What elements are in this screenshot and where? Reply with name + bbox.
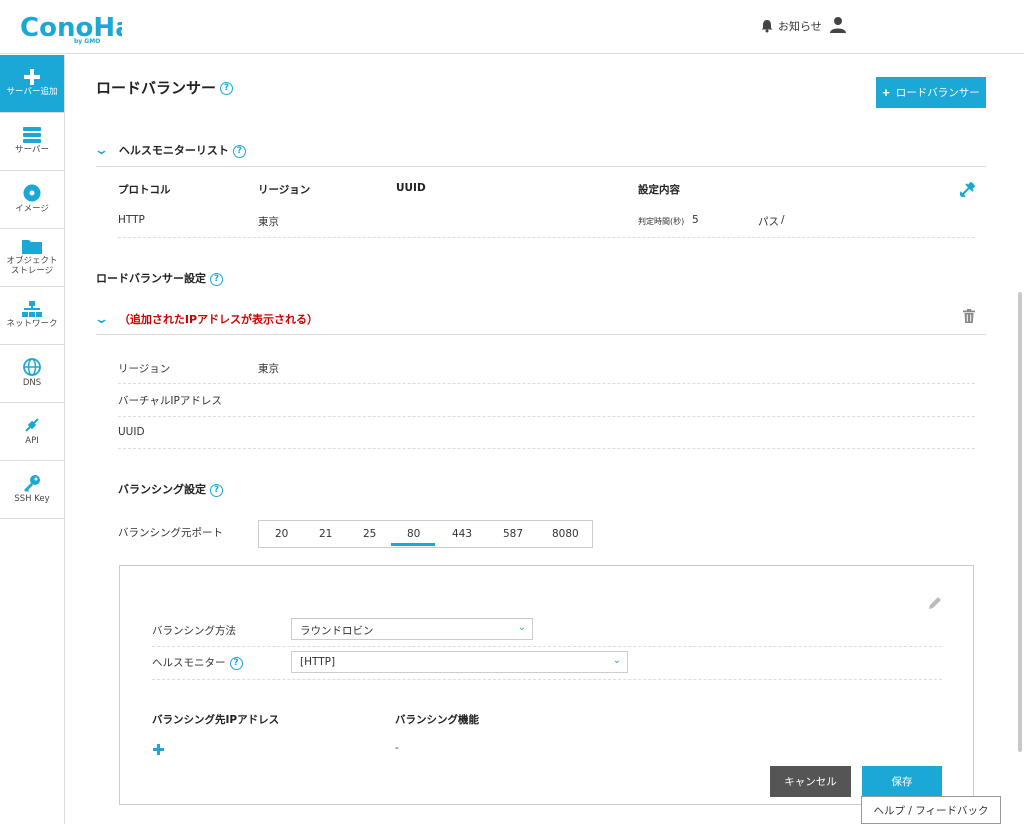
chevron-down-icon: ⌄ (93, 312, 110, 327)
header: ConoHa by GMO お知らせ (0, 0, 1024, 54)
sidebar-item-label: サーバー (15, 145, 49, 156)
disc-icon (23, 184, 41, 202)
hm-protocol-cell: HTTP (118, 214, 145, 226)
sidebar-item-network[interactable]: ネットワーク (0, 287, 64, 345)
sidebar-item-object-storage[interactable]: オブジェクト ストレージ (0, 229, 64, 287)
notifications-label: お知らせ (778, 20, 822, 33)
sidebar: サーバー追加 サーバー イメージ オブジェクト ストレージ ネットワーク DNS… (0, 55, 65, 824)
chevron-down-icon: ⌄ (517, 622, 526, 633)
network-icon (22, 301, 42, 318)
globe-icon (23, 358, 41, 377)
sidebar-item-dns[interactable]: DNS (0, 345, 64, 403)
api-icon (25, 418, 39, 432)
chevron-down-icon: ⌄ (93, 143, 110, 158)
column-header-settings: 設定内容 (638, 184, 680, 196)
sidebar-item-add-server[interactable]: サーバー追加 (0, 55, 64, 113)
virtual-ip-label: バーチャルIPアドレス (118, 395, 222, 407)
hm-interval-value: 5 (692, 214, 699, 226)
hm-interval-label: 判定時間(秒) (638, 217, 685, 226)
health-monitor-select[interactable]: [HTTP] ⌄ (291, 651, 628, 673)
region-label: リージョン (118, 363, 171, 375)
hm-path-label: パス (758, 216, 779, 228)
help-icon[interactable]: ? (220, 82, 234, 95)
tools-icon[interactable] (960, 182, 975, 197)
divider (118, 448, 975, 449)
method-label: バランシング方法 (152, 625, 236, 637)
uuid-label: UUID (118, 426, 145, 438)
cancel-button[interactable]: キャンセル (770, 766, 851, 797)
logo-sub: by GMO (74, 38, 100, 45)
method-select[interactable]: ラウンドロビン ⌄ (291, 618, 533, 640)
key-icon (24, 475, 40, 493)
add-load-balancer-button[interactable]: + ロードバランサー (876, 77, 986, 108)
trash-icon[interactable] (963, 309, 975, 323)
port-tab-80[interactable]: 80 (407, 528, 420, 540)
divider (96, 166, 986, 167)
port-tab-8080[interactable]: 8080 (552, 528, 579, 540)
sidebar-item-api[interactable]: API (0, 403, 64, 461)
help-feedback-button[interactable]: ヘルプ / フィードバック (861, 796, 1001, 824)
port-label: バランシング元ポート (118, 527, 223, 539)
help-icon[interactable]: ? (210, 483, 223, 497)
divider (96, 334, 986, 335)
dest-ip-header: バランシング先IPアドレス (152, 714, 280, 726)
port-tab-21[interactable]: 21 (319, 528, 332, 540)
lb-settings-title: ロードバランサー設定? (96, 270, 223, 286)
sidebar-item-label: SSH Key (14, 494, 50, 505)
sidebar-item-image[interactable]: イメージ (0, 171, 64, 229)
chevron-down-icon: ⌄ (612, 655, 621, 666)
plus-icon (24, 69, 40, 86)
divider (118, 383, 975, 384)
column-header-protocol: プロトコル (118, 184, 171, 196)
divider (118, 416, 975, 417)
sidebar-item-ssh-key[interactable]: SSH Key (0, 461, 64, 519)
page-title: ロードバランサー? (96, 77, 234, 98)
sidebar-item-label: イメージ (15, 204, 49, 215)
logo-text: ConoHa (20, 13, 122, 43)
divider (152, 646, 942, 647)
balancing-settings-title: バランシング設定? (118, 481, 223, 497)
sidebar-item-label: サーバー追加 (6, 87, 58, 98)
lb-name-header[interactable]: ⌄ （追加されたIPアドレスが表示される） (93, 311, 318, 327)
hm-path-value: / (781, 214, 785, 226)
port-tab-443[interactable]: 443 (452, 528, 472, 540)
sidebar-item-label: API (25, 436, 39, 447)
column-header-uuid: UUID (396, 182, 426, 194)
user-icon[interactable] (830, 16, 846, 34)
divider (152, 679, 942, 680)
save-button[interactable]: 保存 (862, 766, 942, 797)
column-header-region: リージョン (258, 184, 311, 196)
sidebar-item-server[interactable]: サーバー (0, 113, 64, 171)
scrollbar[interactable] (1018, 292, 1022, 752)
port-settings-panel: バランシング方法 ラウンドロビン ⌄ ヘルスモニター? [HTTP] ⌄ バラン… (119, 565, 974, 805)
server-icon (23, 127, 41, 144)
folder-icon (22, 240, 42, 255)
sidebar-item-label: オブジェクト ストレージ (6, 256, 58, 276)
port-tab-25[interactable]: 25 (363, 528, 376, 540)
pencil-icon[interactable] (928, 596, 942, 610)
selected-port-indicator (391, 543, 435, 546)
divider (118, 237, 975, 238)
plus-icon: + (882, 85, 890, 100)
function-header: バランシング機能 (395, 714, 479, 726)
help-icon[interactable]: ? (229, 656, 243, 670)
help-icon[interactable]: ? (232, 144, 246, 158)
health-monitor-section-header[interactable]: ⌄ ヘルスモニターリスト? (93, 142, 246, 158)
conoha-logo[interactable]: ConoHa by GMO (18, 10, 122, 46)
notifications-button[interactable]: お知らせ (760, 18, 822, 34)
function-value: - (395, 742, 399, 754)
help-icon[interactable]: ? (210, 272, 223, 286)
health-monitor-label: ヘルスモニター? (152, 655, 243, 670)
add-ip-icon[interactable] (153, 744, 164, 755)
port-tab-587[interactable]: 587 (503, 528, 523, 540)
hm-region-cell: 東京 (258, 216, 279, 228)
bell-icon (761, 20, 773, 33)
region-value: 東京 (258, 363, 279, 375)
main-content: ロードバランサー? + ロードバランサー ⌄ ヘルスモニターリスト? プロトコル … (65, 55, 1020, 824)
sidebar-item-label: DNS (22, 378, 42, 389)
sidebar-item-label: ネットワーク (6, 319, 58, 330)
port-tab-20[interactable]: 20 (275, 528, 288, 540)
